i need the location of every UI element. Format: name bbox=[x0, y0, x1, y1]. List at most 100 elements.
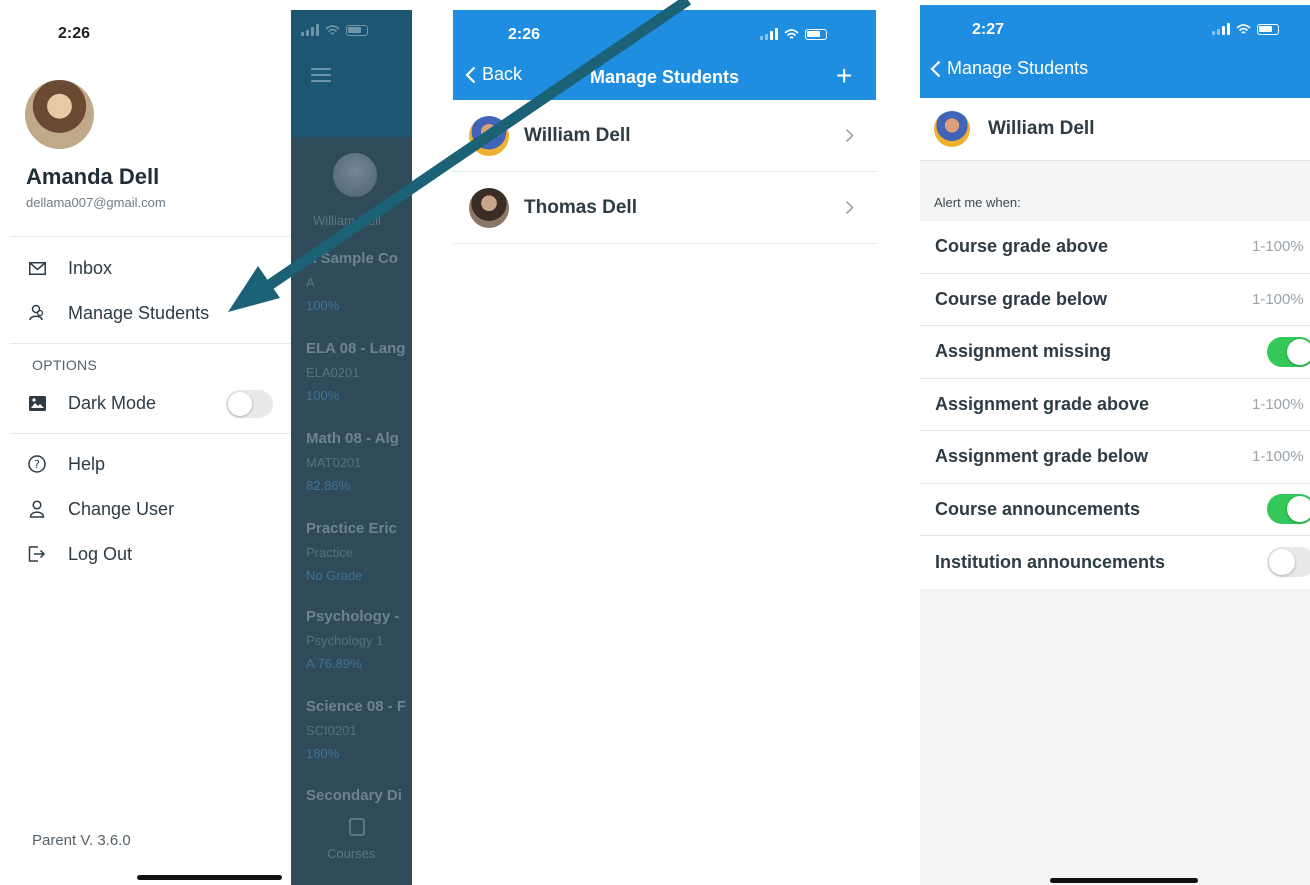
home-indicator bbox=[137, 875, 282, 880]
dimmed-dashboard[interactable]: William Dell A Sample Co A 100% ELA 08 -… bbox=[291, 10, 412, 885]
course-grade: 82.86% bbox=[306, 478, 351, 493]
course-card[interactable]: Practice Eric Practice No Grade bbox=[306, 520, 397, 583]
range-value[interactable]: 1-100% bbox=[1252, 238, 1304, 255]
course-code: A bbox=[306, 275, 315, 290]
dark-mode-toggle[interactable] bbox=[226, 390, 273, 418]
course-code: SCI0201 bbox=[306, 723, 357, 738]
menu-item-label: Inbox bbox=[68, 257, 113, 278]
toggle-knob bbox=[228, 392, 252, 416]
menu-item-label: Log Out bbox=[68, 543, 133, 564]
course-card[interactable]: Psychology - Psychology 1 A 76.89% bbox=[306, 608, 399, 671]
status-time: 2:27 bbox=[972, 21, 1005, 38]
chevron-left-icon bbox=[930, 60, 941, 77]
wifi-icon bbox=[784, 28, 799, 39]
menu-item-label: Help bbox=[68, 453, 106, 474]
courses-tab-icon[interactable] bbox=[349, 818, 365, 836]
menu-item-change-user[interactable]: Change User bbox=[28, 494, 174, 524]
help-icon: ? bbox=[28, 455, 46, 473]
chevron-right-icon bbox=[845, 123, 854, 149]
alert-row-assignment-missing[interactable]: Assignment missing bbox=[920, 326, 1310, 379]
menu-item-label: Manage Students bbox=[68, 302, 210, 323]
wifi-icon bbox=[325, 24, 340, 35]
course-name: Science 08 - F bbox=[306, 698, 407, 715]
institution-announcements-toggle[interactable] bbox=[1267, 547, 1310, 578]
alert-row-course-announcements[interactable]: Course announcements bbox=[920, 484, 1310, 536]
course-code: MAT0201 bbox=[306, 455, 362, 470]
menu-item-inbox[interactable]: Inbox bbox=[28, 253, 112, 283]
range-value[interactable]: 1-100% bbox=[1252, 448, 1304, 465]
student-avatar bbox=[469, 115, 509, 156]
course-grade: No Grade bbox=[306, 568, 363, 583]
student-row-thomas[interactable]: Thomas Dell bbox=[453, 172, 876, 244]
drawer-screenshot: 2:26 Amanda Dell dellama007@gmail.com In… bbox=[0, 0, 412, 885]
status-icons bbox=[1212, 23, 1279, 35]
divider bbox=[10, 433, 291, 434]
student-name: William Dell bbox=[313, 213, 381, 228]
course-card[interactable]: A Sample Co A 100% bbox=[306, 250, 398, 313]
student-avatar bbox=[469, 187, 509, 228]
course-code: Psychology 1 bbox=[306, 633, 384, 648]
user-name: Amanda Dell bbox=[26, 164, 160, 189]
alert-row-course-grade-below[interactable]: Course grade below 1-100% bbox=[920, 274, 1310, 326]
alerts-header: Alert me when: bbox=[934, 195, 1021, 210]
menu-item-log-out[interactable]: Log Out bbox=[28, 539, 132, 569]
course-grade: 100% bbox=[306, 298, 340, 313]
course-grade: 100% bbox=[306, 388, 340, 403]
assignment-missing-toggle[interactable] bbox=[1267, 336, 1310, 367]
course-name: Psychology - bbox=[306, 608, 400, 625]
alert-row-assignment-grade-above[interactable]: Assignment grade above 1-100% bbox=[920, 379, 1310, 431]
course-name: Practice Eric bbox=[306, 520, 397, 537]
status-time: 2:26 bbox=[508, 26, 541, 43]
hamburger-icon[interactable] bbox=[311, 68, 331, 82]
toggle-knob bbox=[1287, 496, 1310, 523]
menu-item-manage-students[interactable]: Manage Students bbox=[28, 298, 209, 328]
home-indicator bbox=[1050, 878, 1198, 883]
divider bbox=[10, 343, 291, 344]
image-icon bbox=[28, 394, 46, 412]
course-code: Practice bbox=[306, 545, 353, 560]
course-name: Math 08 - Alg bbox=[306, 430, 399, 447]
user-email: dellama007@gmail.com bbox=[26, 195, 166, 210]
nav-bar: 2:26 Back Manage Students + bbox=[453, 10, 876, 100]
battery-icon bbox=[805, 28, 827, 40]
side-drawer: 2:26 Amanda Dell dellama007@gmail.com In… bbox=[0, 0, 291, 885]
alert-row-assignment-grade-below[interactable]: Assignment grade below 1-100% bbox=[920, 431, 1310, 484]
student-name: Thomas Dell bbox=[524, 196, 637, 218]
signal-icon bbox=[760, 28, 778, 40]
student-name: William Dell bbox=[988, 118, 1095, 139]
student-alerts-screen: 2:27 Manage Students William Dell Alert … bbox=[920, 5, 1310, 885]
user-icon bbox=[28, 500, 46, 518]
divider bbox=[10, 236, 291, 237]
alert-row-institution-announcements[interactable]: Institution announcements bbox=[920, 536, 1310, 589]
menu-item-help[interactable]: ? Help bbox=[28, 449, 105, 479]
range-value[interactable]: 1-100% bbox=[1252, 291, 1304, 308]
wifi-icon bbox=[1236, 23, 1251, 34]
range-value[interactable]: 1-100% bbox=[1252, 396, 1304, 413]
user-avatar[interactable] bbox=[25, 80, 94, 149]
toggle-knob bbox=[1287, 338, 1310, 365]
page-title: Manage Students bbox=[589, 67, 740, 87]
add-student-button[interactable]: + bbox=[836, 62, 852, 90]
alert-label: Course announcements bbox=[935, 498, 1141, 519]
status-icons bbox=[301, 24, 368, 36]
battery-icon bbox=[346, 24, 368, 36]
status-icons bbox=[760, 28, 827, 40]
courses-tab-label: Courses bbox=[327, 846, 376, 861]
app-version: Parent V. 3.6.0 bbox=[32, 832, 131, 849]
alert-label: Institution announcements bbox=[935, 551, 1166, 572]
status-time: 2:26 bbox=[58, 25, 91, 42]
alerts-list: Course grade above 1-100% Course grade b… bbox=[920, 221, 1310, 589]
course-card[interactable]: Secondary Di bbox=[306, 787, 402, 804]
logout-icon bbox=[28, 545, 46, 563]
course-card[interactable]: Science 08 - F SCI0201 180% bbox=[306, 698, 406, 761]
back-label: Manage Students bbox=[947, 58, 1089, 78]
signal-icon bbox=[1212, 23, 1230, 35]
alert-row-course-grade-above[interactable]: Course grade above 1-100% bbox=[920, 221, 1310, 274]
menu-item-label: Change User bbox=[68, 498, 175, 519]
course-announcements-toggle[interactable] bbox=[1267, 494, 1310, 525]
course-card[interactable]: Math 08 - Alg MAT0201 82.86% bbox=[306, 430, 399, 493]
student-row-william[interactable]: William Dell bbox=[453, 100, 876, 172]
back-button[interactable]: Manage Students bbox=[930, 58, 1088, 79]
course-card[interactable]: ELA 08 - Lang ELA0201 100% bbox=[306, 340, 405, 403]
student-avatar[interactable] bbox=[333, 153, 377, 197]
